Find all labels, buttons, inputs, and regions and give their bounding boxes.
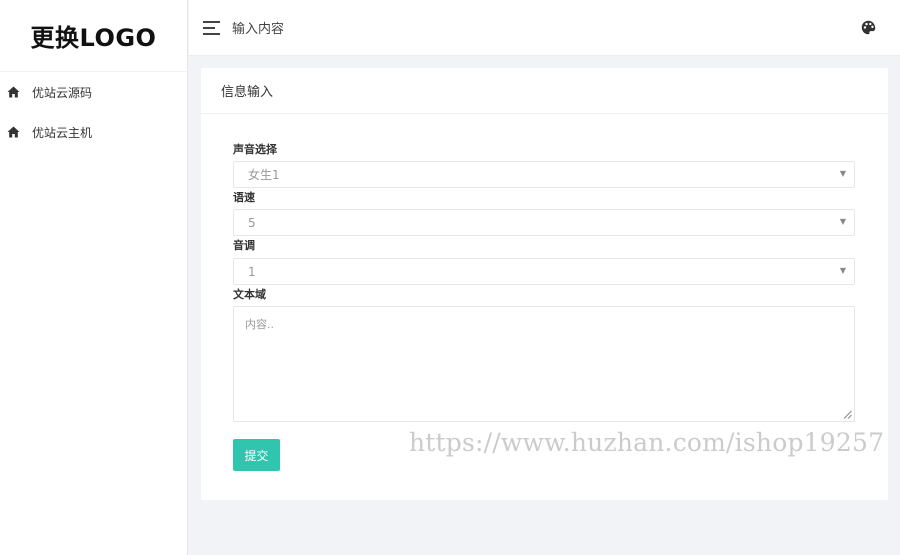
top-header: 输入内容: [189, 0, 900, 56]
logo[interactable]: 更换LOGO: [0, 0, 187, 72]
speed-select-value: 5: [248, 215, 256, 230]
submit-button[interactable]: 提交: [233, 439, 280, 471]
card-title: 信息输入: [201, 68, 888, 114]
home-icon: [7, 86, 20, 98]
voice-select[interactable]: 女生1 ▼: [233, 161, 855, 188]
pitch-label: 音调: [233, 239, 255, 252]
home-icon: [7, 126, 20, 138]
logo-text: 更换LOGO: [30, 24, 157, 52]
text-area-placeholder: 内容..: [245, 318, 274, 331]
sidebar-item-source[interactable]: 优站云源码: [0, 72, 187, 112]
sidebar: 更换LOGO 优站云源码 优站云主机: [0, 0, 188, 555]
pitch-select[interactable]: 1 ▼: [233, 258, 855, 285]
chevron-down-icon: ▼: [839, 266, 846, 275]
chevron-down-icon: ▼: [839, 169, 846, 178]
speed-select[interactable]: 5 ▼: [233, 209, 855, 236]
text-label: 文本域: [233, 288, 266, 301]
header-title: 输入内容: [232, 22, 285, 37]
menu-icon[interactable]: [203, 20, 220, 35]
pitch-select-value: 1: [248, 264, 256, 279]
text-area[interactable]: 内容..: [233, 306, 855, 422]
speed-label: 语速: [233, 191, 255, 204]
voice-select-value: 女生1: [248, 168, 280, 182]
watermark-text: https://www.huzhan.com/ishop19257: [409, 428, 885, 457]
sidebar-item-label: 优站云源码: [32, 85, 93, 100]
chevron-down-icon: ▼: [839, 217, 846, 226]
sidebar-item-host[interactable]: 优站云主机: [0, 112, 187, 152]
resize-handle-icon[interactable]: [843, 410, 852, 419]
palette-icon[interactable]: [861, 20, 876, 35]
voice-label: 声音选择: [233, 143, 277, 156]
sidebar-item-label: 优站云主机: [32, 125, 93, 140]
